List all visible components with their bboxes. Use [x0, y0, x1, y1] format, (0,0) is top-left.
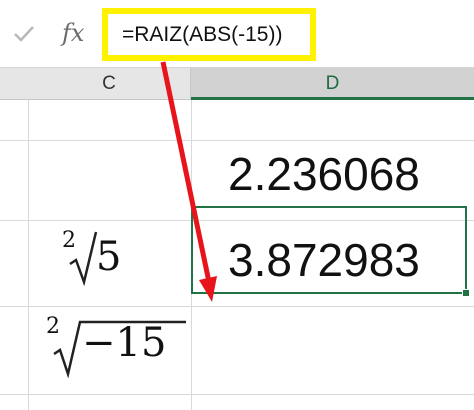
formula-text: =RAIZ(ABS(-15)): [122, 23, 283, 46]
formula-bar: fx =RAIZ(ABS(-15)): [0, 0, 474, 68]
fill-handle[interactable]: [462, 289, 470, 297]
fx-icon[interactable]: fx: [62, 16, 96, 50]
cell-d-value-2: 3.872983: [228, 234, 420, 286]
gridline: [0, 306, 474, 307]
column-header-d[interactable]: D: [191, 68, 474, 100]
cell-c-math-1[interactable]: 2 5: [62, 228, 182, 290]
column-header-row: C D: [0, 68, 474, 100]
cell-d-value-1[interactable]: 2.236068: [228, 147, 420, 201]
check-icon[interactable]: [10, 20, 38, 48]
gridline: [0, 140, 474, 141]
column-header-c[interactable]: C: [28, 68, 191, 100]
radicand: −15: [82, 320, 167, 366]
formula-input[interactable]: =RAIZ(ABS(-15)): [102, 8, 316, 61]
radicand: 5: [96, 234, 122, 280]
gridline: [28, 100, 29, 410]
cell-c-math-2[interactable]: 2 −15: [46, 310, 186, 382]
radical-sign-icon: [69, 231, 98, 286]
gridline: [0, 394, 474, 395]
